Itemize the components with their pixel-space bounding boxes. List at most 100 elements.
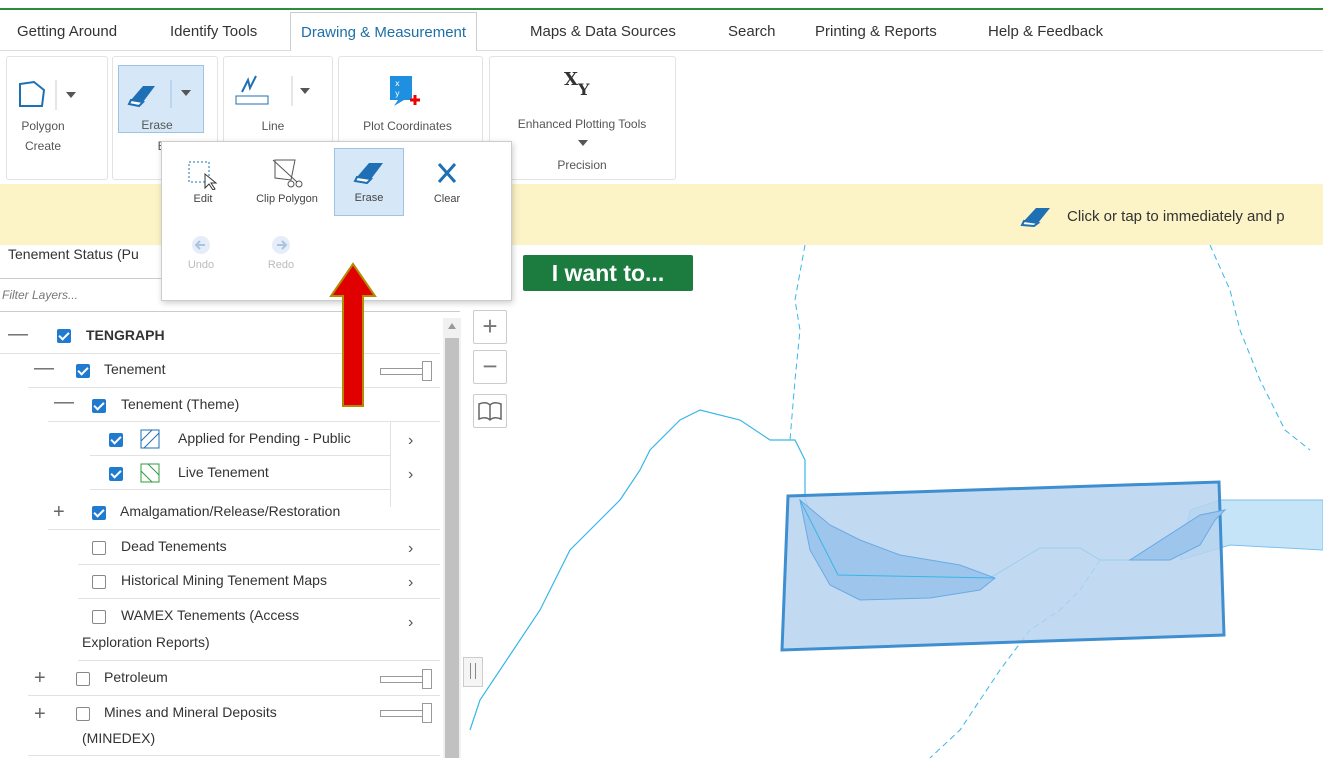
eraser-icon: [1020, 208, 1050, 227]
layer-label-cont: (MINEDEX): [82, 730, 156, 746]
tab-printing-reports[interactable]: Printing & Reports: [815, 10, 937, 50]
map-canvas[interactable]: [462, 245, 1323, 758]
layer-row-tenement-theme[interactable]: — Tenement (Theme): [48, 387, 440, 422]
popup-undo-button[interactable]: Undo: [176, 234, 226, 290]
enhanced-plotting-button[interactable]: X Y: [558, 65, 602, 109]
plot-coordinates-label: Plot Coordinates: [363, 119, 452, 133]
opacity-slider-thumb[interactable]: [422, 669, 432, 689]
popup-undo-label: Undo: [187, 259, 215, 271]
opacity-slider[interactable]: [380, 368, 428, 375]
layer-row-live-tenement[interactable]: Live Tenement: [90, 455, 390, 490]
opacity-slider-thumb[interactable]: [422, 703, 432, 723]
layer-row-tenement[interactable]: — Tenement: [28, 353, 440, 388]
book-icon: [478, 401, 502, 422]
chevron-right-icon[interactable]: ›: [408, 574, 413, 592]
erase-button[interactable]: Erase: [118, 65, 204, 133]
erase-label: Erase: [141, 118, 173, 132]
layer-label: Amalgamation/Release/Restoration: [120, 503, 341, 519]
layer-row-wamex[interactable]: WAMEX Tenements (Access Exploration Repo…: [78, 598, 440, 661]
layer-label: WAMEX Tenements (Access: [121, 607, 300, 623]
popup-redo-button[interactable]: Redo: [256, 234, 306, 290]
tab-identify-tools[interactable]: Identify Tools: [170, 10, 257, 50]
tab-maps-data-sources[interactable]: Maps & Data Sources: [530, 10, 676, 50]
popup-clear-label: Clear: [433, 193, 461, 205]
popup-clear-button[interactable]: Clear: [412, 150, 482, 216]
hatch-swatch-icon: [140, 429, 160, 449]
popup-clip-polygon-button[interactable]: Clip Polygon: [242, 150, 332, 216]
layer-checkbox[interactable]: [92, 506, 106, 520]
chevron-right-icon[interactable]: ›: [408, 614, 413, 632]
layer-checkbox[interactable]: [76, 672, 90, 686]
expand-icon[interactable]: +: [34, 667, 46, 690]
polygon-label: Polygon: [21, 119, 65, 133]
layer-row-petroleum[interactable]: + Petroleum: [28, 661, 440, 696]
tab-drawing-measurement[interactable]: Drawing & Measurement: [290, 12, 478, 52]
popup-edit-label: Edit: [193, 193, 213, 205]
tab-getting-around[interactable]: Getting Around: [17, 10, 117, 50]
layer-checkbox[interactable]: [92, 575, 106, 589]
line-measure-icon: [235, 75, 310, 106]
panel-title: Tenement Status (Pu: [8, 246, 139, 262]
clip-polygon-icon: [272, 159, 303, 188]
zoom-in-button[interactable]: +: [473, 310, 507, 344]
layer-label: Historical Mining Tenement Maps: [121, 572, 327, 588]
layer-checkbox[interactable]: [57, 329, 71, 343]
expand-icon[interactable]: +: [53, 501, 65, 524]
create-group-label: Create: [24, 139, 62, 153]
scrollbar-thumb[interactable]: [445, 338, 459, 758]
plot-coordinates-icon: x y: [390, 76, 420, 106]
undo-icon: [192, 236, 210, 254]
popup-edit-button[interactable]: Edit: [172, 150, 234, 216]
line-button[interactable]: [232, 72, 322, 112]
opacity-slider-thumb[interactable]: [422, 361, 432, 381]
redo-icon: [272, 236, 290, 254]
layer-scrollbar[interactable]: [443, 318, 461, 758]
plot-coordinates-button[interactable]: x y: [384, 72, 428, 112]
collapse-icon[interactable]: —: [54, 391, 74, 414]
eraser-icon: [353, 163, 383, 185]
chevron-right-icon[interactable]: ›: [408, 466, 413, 484]
zoom-out-button[interactable]: −: [473, 350, 507, 384]
xy-icon: X Y: [564, 69, 590, 99]
tab-help-feedback[interactable]: Help & Feedback: [988, 10, 1103, 50]
collapse-icon[interactable]: —: [34, 357, 54, 380]
layer-row-amalgamation[interactable]: + Amalgamation/Release/Restoration: [48, 495, 440, 530]
layer-checkbox[interactable]: [109, 433, 123, 447]
layer-label: TENGRAPH: [86, 327, 165, 343]
chevron-right-icon[interactable]: ›: [408, 432, 413, 450]
svg-text:Y: Y: [577, 80, 590, 99]
layer-checkbox[interactable]: [92, 399, 106, 413]
layer-checkbox[interactable]: [92, 541, 106, 555]
layer-checkbox[interactable]: [76, 707, 90, 721]
polygon-icon: [19, 80, 76, 110]
chevron-down-icon: [300, 88, 310, 94]
layer-row-applied-pending[interactable]: Applied for Pending - Public: [90, 421, 390, 456]
i-want-to-button[interactable]: I want to...: [523, 255, 693, 291]
opacity-slider[interactable]: [380, 710, 428, 717]
annotation-arrow: [329, 262, 377, 407]
chevron-down-icon[interactable]: [577, 139, 589, 147]
opacity-slider[interactable]: [380, 676, 428, 683]
layer-label: Tenement (Theme): [121, 396, 240, 412]
layer-checkbox[interactable]: [76, 364, 90, 378]
expand-icon[interactable]: +: [34, 703, 46, 726]
tab-search[interactable]: Search: [728, 10, 776, 50]
collapse-icon[interactable]: —: [8, 323, 28, 346]
layer-row-dead-tenements[interactable]: Dead Tenements ›: [78, 530, 440, 565]
bookmark-button[interactable]: [473, 394, 507, 428]
status-message: Click or tap to immediately and p: [1067, 208, 1285, 225]
hatch-swatch-icon: [140, 463, 160, 483]
line-label: Line: [261, 119, 285, 133]
chevron-down-icon: [66, 92, 76, 98]
chevron-right-icon[interactable]: ›: [408, 540, 413, 558]
layer-checkbox[interactable]: [92, 610, 106, 624]
layer-row-mines-mineral[interactable]: + Mines and Mineral Deposits (MINEDEX): [28, 695, 440, 756]
polygon-button[interactable]: [14, 76, 92, 118]
panel-resize-handle[interactable]: [463, 657, 483, 687]
popup-erase-button[interactable]: Erase: [334, 148, 404, 216]
scroll-up-icon[interactable]: [447, 322, 457, 330]
layer-checkbox[interactable]: [109, 467, 123, 481]
popup-erase-label: Erase: [354, 192, 384, 204]
map-drawing: [469, 245, 1323, 758]
layer-row-historical-maps[interactable]: Historical Mining Tenement Maps ›: [78, 564, 440, 599]
